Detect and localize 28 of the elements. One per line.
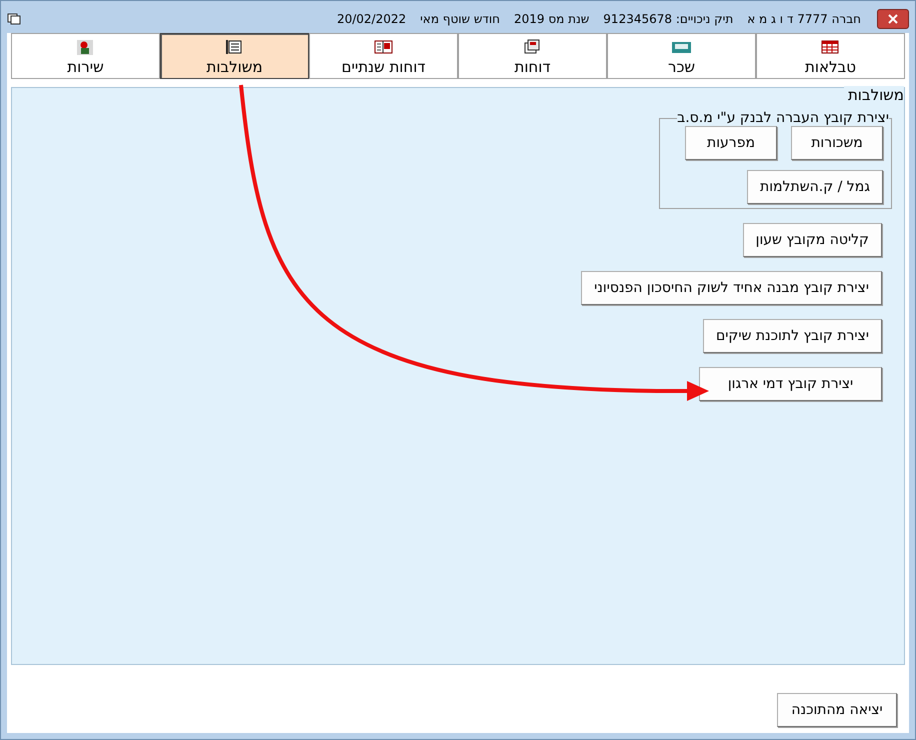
action-button[interactable]: קליטה מקובץ שעון [742, 223, 882, 257]
app-icon [7, 13, 21, 25]
report-icon [523, 38, 542, 54]
tab[interactable]: משולבות [160, 33, 309, 79]
window-title: חברה 7777 ד ו ג מ א [747, 12, 861, 26]
tab[interactable]: טבלאות [756, 33, 905, 79]
tab[interactable]: דוחות [458, 33, 607, 79]
tab[interactable]: שירות [11, 33, 160, 79]
window-title: תיק ניכויים: 912345678 [603, 12, 734, 26]
action-button[interactable]: יצירת קובץ מבנה אחיד לשוק החיסכון הפנסיוני [581, 271, 882, 305]
action-button[interactable]: משכורות [791, 126, 883, 160]
window-title: חודש שוטף מאי [420, 12, 500, 26]
tab[interactable]: שכר [607, 33, 756, 79]
table-icon [821, 38, 840, 54]
service-icon [76, 38, 95, 54]
action-button[interactable]: גמל / ק.השתלמות [747, 170, 883, 204]
group-title: יצירת קובץ העברה לבנק ע"י מ.ס.ב [677, 110, 889, 126]
calendar-icon [374, 38, 393, 54]
window-title: 20/02/2022 [336, 12, 406, 26]
action-button[interactable]: מפרעות [685, 126, 777, 160]
window-title: שנת מס 2019 [514, 12, 590, 26]
action-button[interactable]: יצירת קובץ דמי ארגון [699, 367, 882, 401]
close-icon [887, 14, 899, 24]
close-button[interactable] [877, 9, 909, 29]
document-icon [225, 38, 244, 54]
action-button[interactable]: יצירת קובץ לתוכנת שיקים [702, 319, 882, 353]
tab[interactable]: דוחות שנתיים [309, 33, 458, 79]
exit-button[interactable]: יציאה מהתוכנה [777, 693, 897, 727]
